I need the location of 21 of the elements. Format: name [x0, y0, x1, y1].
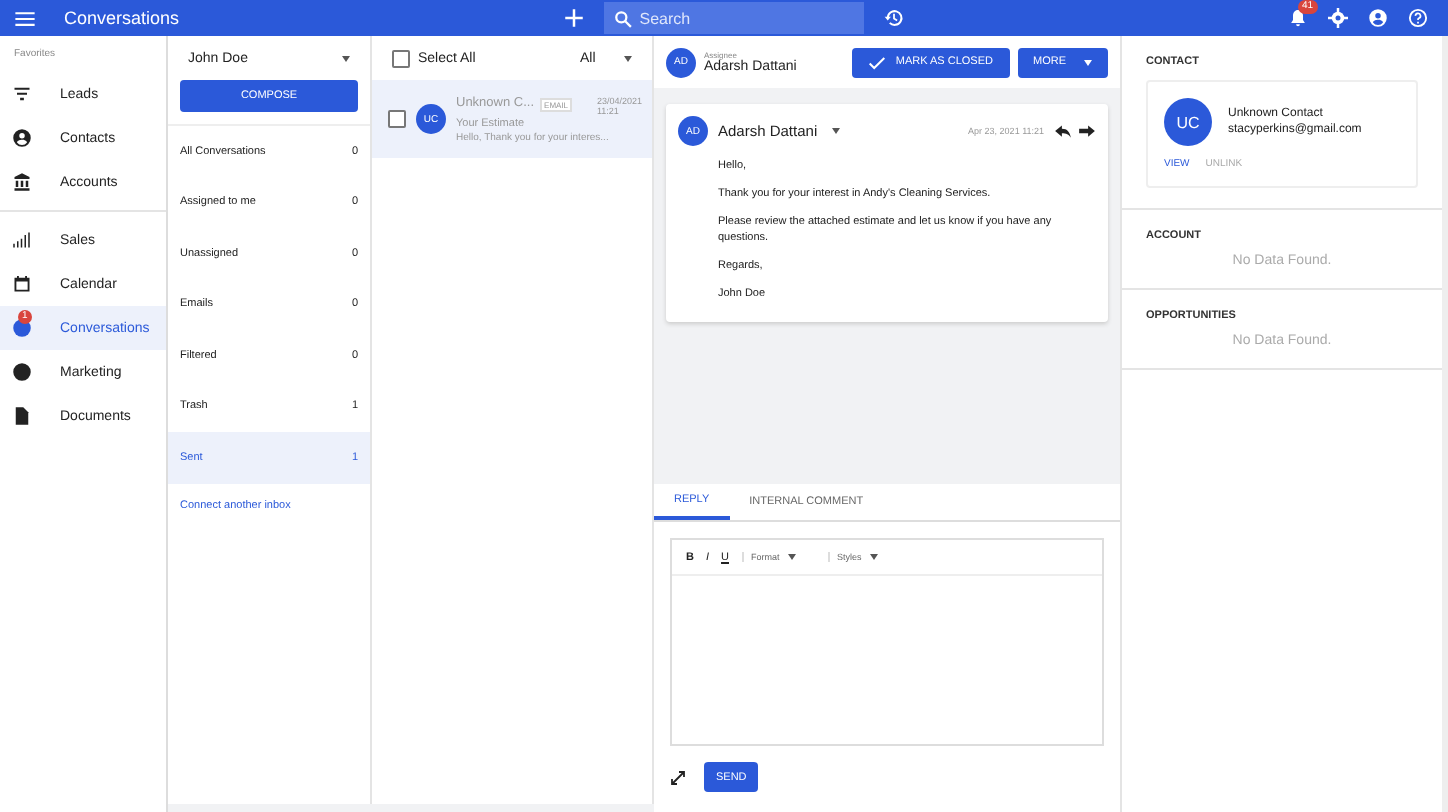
- account-icon[interactable]: [1368, 8, 1388, 28]
- page-title: Conversations: [64, 8, 180, 28]
- calendar-icon: [12, 274, 32, 294]
- check-icon: [867, 53, 886, 71]
- bank-icon: [12, 172, 32, 192]
- forward-icon[interactable]: [1078, 122, 1096, 140]
- filter-icon: [12, 84, 32, 104]
- checkbox[interactable]: [388, 110, 406, 128]
- history-icon[interactable]: [883, 8, 904, 28]
- menu-icon[interactable]: [14, 7, 36, 29]
- add-icon[interactable]: [563, 8, 584, 28]
- help-icon[interactable]: [1408, 8, 1428, 28]
- reply-icon[interactable]: [1054, 122, 1072, 140]
- document-icon: [12, 406, 32, 426]
- select-all-checkbox[interactable]: [392, 49, 410, 67]
- expand-icon[interactable]: [670, 769, 686, 785]
- bar-chart-icon: [12, 230, 32, 250]
- search-field[interactable]: Search: [603, 2, 864, 34]
- bell-icon[interactable]: [1288, 8, 1308, 28]
- person-icon: [12, 128, 32, 148]
- avatar: UC: [1164, 98, 1212, 146]
